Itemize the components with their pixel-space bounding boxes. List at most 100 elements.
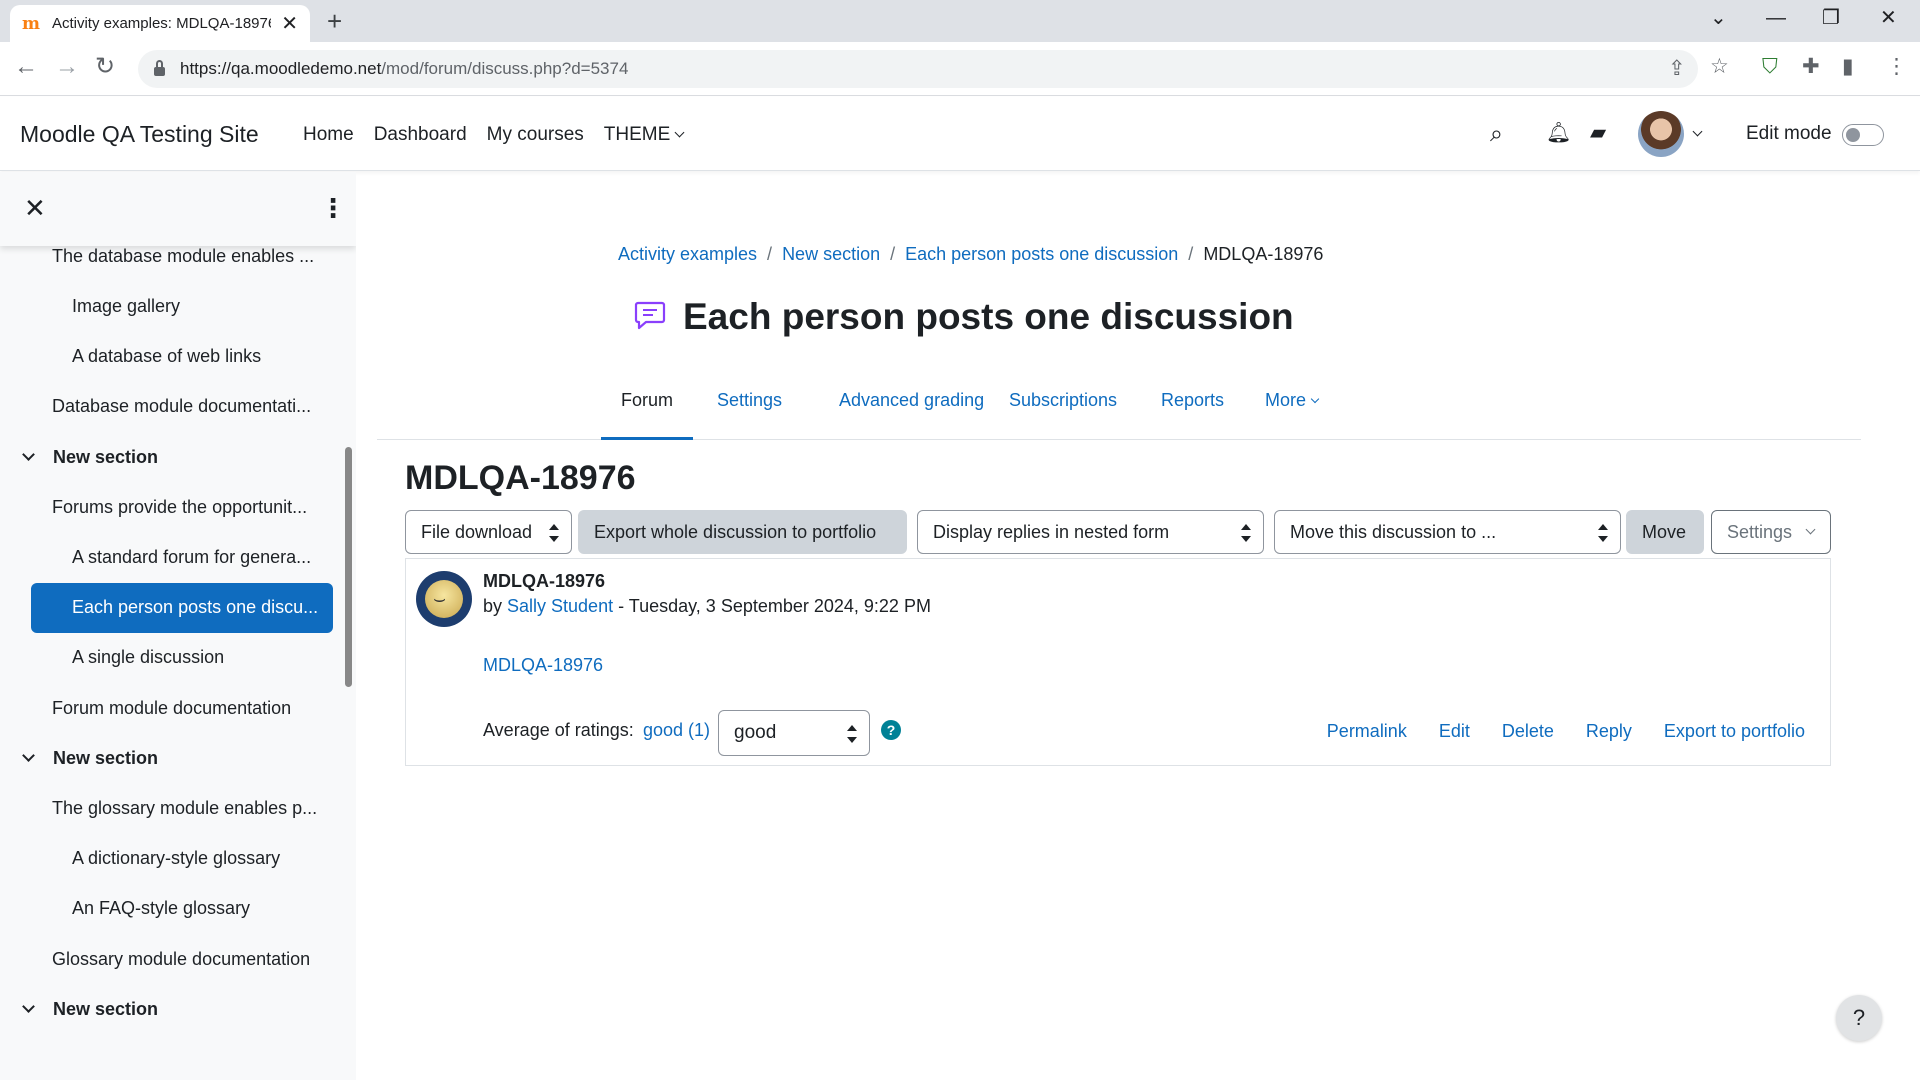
course-index-section[interactable]: New section — [22, 984, 158, 1034]
rating-help-icon[interactable]: ? — [881, 720, 901, 740]
move-button[interactable]: Move — [1626, 510, 1704, 554]
drawer-options-icon[interactable]: ⋮ — [320, 194, 346, 222]
share-icon[interactable]: ⇪ — [1668, 58, 1686, 80]
author-avatar[interactable] — [416, 571, 472, 627]
export-to-portfolio-link[interactable]: Export to portfolio — [1664, 721, 1805, 742]
course-index-label: A database of web links — [72, 346, 262, 367]
chevron-down-icon[interactable] — [22, 447, 35, 461]
restore-icon[interactable]: ❐ — [1822, 6, 1840, 30]
chevron-down-icon[interactable] — [22, 748, 35, 762]
rating-select[interactable]: good — [718, 710, 870, 756]
move-label: Move — [1642, 521, 1687, 542]
reload-icon[interactable]: ↻ — [95, 53, 115, 81]
export-portfolio-button[interactable]: Export whole discussion to portfolio — [578, 510, 907, 554]
address-bar[interactable]: https://qa.moodledemo.net/mod/forum/disc… — [138, 50, 1698, 88]
search-icon[interactable]: ⌕ — [1490, 119, 1503, 147]
breadcrumb-separator: / — [890, 244, 896, 264]
tab-reports[interactable]: Reports — [1141, 380, 1244, 440]
edit-mode-toggle[interactable] — [1842, 124, 1884, 146]
export-portfolio-label: Export whole discussion to portfolio — [594, 521, 877, 542]
tab-subscriptions[interactable]: Subscriptions — [989, 380, 1137, 440]
edit-link[interactable]: Edit — [1439, 721, 1470, 742]
course-index-item[interactable]: A single discussion — [72, 633, 224, 683]
select-arrows-icon — [549, 524, 559, 542]
course-index-drawer: ✕ ⋮ New section The database module enabl… — [0, 172, 356, 1080]
breadcrumb: Activity examples / New section / Each p… — [618, 244, 1323, 265]
minimize-icon[interactable]: — — [1766, 6, 1786, 30]
course-index-item[interactable]: Image gallery — [72, 281, 180, 331]
extensions-puzzle-icon[interactable]: ✚ — [1802, 56, 1820, 78]
url-text: https://qa.moodledemo.net/mod/forum/disc… — [180, 59, 629, 78]
new-tab-icon[interactable]: + — [327, 8, 342, 34]
course-index-label: Forums provide the opportunit... — [52, 496, 308, 517]
user-avatar[interactable] — [1638, 111, 1684, 157]
side-panel-icon[interactable]: ▮ — [1842, 56, 1854, 78]
reply-link[interactable]: Reply — [1586, 721, 1632, 742]
nav-home[interactable]: Home — [303, 124, 354, 146]
course-index-label: New section — [53, 747, 159, 768]
post-actions: Permalink Edit Delete Reply Export to po… — [1327, 721, 1805, 742]
help-button[interactable]: ? — [1836, 995, 1882, 1041]
file-download-select[interactable]: File download — [405, 510, 572, 554]
select-arrows-icon — [1241, 524, 1251, 542]
rating-value-link[interactable]: good (1) — [643, 720, 710, 741]
nav-my-courses[interactable]: My courses — [487, 124, 584, 146]
course-index-label: A dictionary-style glossary — [72, 848, 281, 869]
course-index-item[interactable]: Each person posts one discu... — [31, 582, 333, 633]
tab-search-icon[interactable]: ⌄ — [1710, 6, 1727, 30]
close-drawer-icon[interactable]: ✕ — [24, 194, 46, 222]
drawer-scrollbar[interactable] — [345, 447, 352, 687]
course-index-label: Each person posts one discu... — [72, 597, 319, 618]
course-index-label: Glossary module documentation — [52, 948, 311, 969]
move-discussion-select[interactable]: Move this discussion to ... — [1274, 510, 1621, 554]
tab-forum[interactable]: Forum — [601, 380, 694, 440]
breadcrumb-separator: / — [767, 244, 773, 264]
messages-icon[interactable]: ▰ — [1590, 119, 1606, 147]
display-mode-select[interactable]: Display replies in nested form — [917, 510, 1264, 554]
site-name[interactable]: Moodle QA Testing Site — [20, 121, 259, 148]
back-icon[interactable]: ← — [14, 53, 38, 81]
breadcrumb-activity-examples[interactable]: Activity examples — [618, 244, 757, 265]
breadcrumb-separator: / — [1188, 244, 1194, 264]
course-index-item[interactable]: An FAQ-style glossary — [72, 884, 250, 934]
nav-dashboard[interactable]: Dashboard — [374, 124, 467, 146]
chevron-down-icon[interactable] — [22, 999, 35, 1013]
course-index-item[interactable]: A database of web links — [72, 332, 261, 382]
file-download-label: File download — [421, 521, 533, 542]
browser-tab-bar: m Activity examples: MDLQA-18976 ✕ + ⌄ —… — [0, 0, 1920, 42]
course-index-item[interactable]: Forums provide the opportunit... — [52, 482, 307, 532]
browser-menu-icon[interactable]: ⋮ — [1886, 56, 1907, 78]
post-body-link[interactable]: MDLQA-18976 — [483, 655, 603, 676]
course-index-section[interactable]: New section — [22, 432, 158, 482]
breadcrumb-new-section[interactable]: New section — [782, 244, 880, 265]
breadcrumb-forum[interactable]: Each person posts one discussion — [905, 244, 1178, 265]
course-index-label: The database module enables ... — [52, 245, 315, 266]
chevron-down-icon — [1310, 394, 1320, 404]
course-index-section[interactable]: New section — [22, 733, 159, 783]
course-index-item[interactable]: The glossary module enables p... — [52, 783, 317, 833]
user-menu-chevron-icon[interactable] — [1692, 126, 1703, 137]
notification-bell-icon[interactable]: 🔔︎ — [1546, 119, 1571, 147]
permalink-link[interactable]: Permalink — [1327, 721, 1407, 742]
course-index-item[interactable]: A standard forum for genera... — [72, 532, 311, 582]
bookmark-star-icon[interactable]: ☆ — [1710, 56, 1729, 78]
close-window-icon[interactable]: ✕ — [1880, 6, 1897, 30]
forward-icon[interactable]: → — [55, 53, 79, 81]
tab-advanced-grading[interactable]: Advanced grading — [819, 380, 1004, 440]
author-link[interactable]: Sally Student — [507, 596, 613, 616]
tab-title: Activity examples: MDLQA-18976 — [51, 15, 272, 32]
nav-theme[interactable]: THEME — [604, 124, 685, 146]
forum-activity-icon — [634, 301, 666, 330]
post-subject: MDLQA-18976 — [483, 571, 606, 591]
discussion-settings-button[interactable]: Settings — [1711, 510, 1831, 554]
course-index-item[interactable]: Database module documentati... — [52, 382, 311, 432]
browser-tab[interactable]: m Activity examples: MDLQA-18976 ✕ — [10, 5, 310, 42]
course-index-item[interactable]: A dictionary-style glossary — [72, 834, 280, 884]
delete-link[interactable]: Delete — [1502, 721, 1554, 742]
course-index-item[interactable]: Forum module documentation — [52, 683, 291, 733]
course-index-item[interactable]: Glossary module documentation — [52, 934, 310, 984]
tab-settings[interactable]: Settings — [697, 380, 802, 440]
extension-shield-icon[interactable]: ⛉ — [1762, 56, 1778, 78]
tab-more[interactable]: More — [1245, 380, 1338, 440]
close-tab-icon[interactable]: ✕ — [281, 14, 298, 34]
